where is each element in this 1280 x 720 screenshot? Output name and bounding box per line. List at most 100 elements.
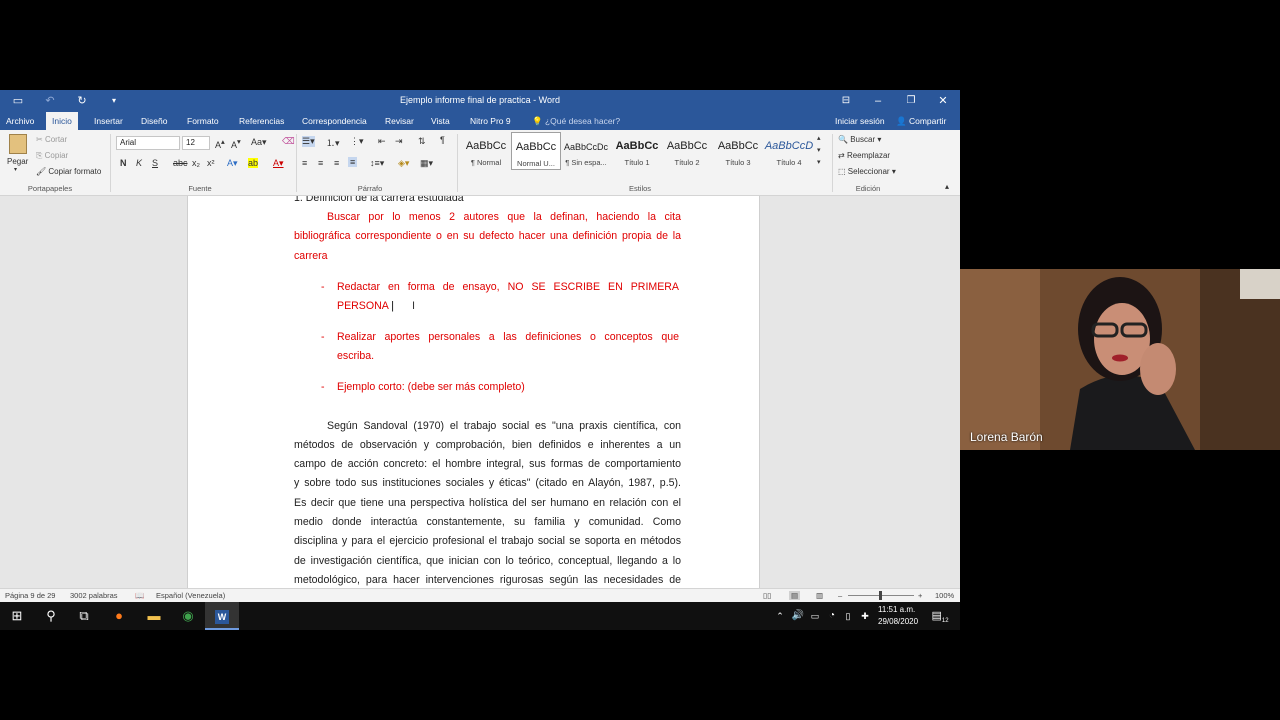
volume-icon[interactable]: 🔊	[788, 602, 808, 630]
subscript-icon[interactable]: x₂	[192, 158, 200, 168]
web-layout-icon[interactable]: ▥	[816, 591, 823, 600]
align-right-icon[interactable]: ≡	[334, 158, 339, 168]
align-center-icon[interactable]: ≡	[318, 158, 323, 168]
battery-icon[interactable]: ▭	[806, 602, 824, 630]
shrink-font-icon[interactable]: A▾	[231, 137, 241, 150]
start-windows-icon[interactable]: ⊞	[0, 602, 34, 630]
language-indicator[interactable]: Español (Venezuela)	[156, 591, 225, 600]
clipboard-icon	[9, 134, 27, 154]
tell-me-box[interactable]: 💡 ¿Qué desea hacer?	[526, 112, 626, 130]
tab-referencias[interactable]: Referencias	[233, 112, 290, 130]
increase-indent-icon[interactable]: ⇥	[395, 136, 403, 147]
strikethrough-icon[interactable]: abc	[173, 158, 188, 168]
search-icon[interactable]: ⚲	[34, 602, 68, 630]
style-no-spacing[interactable]: AaBbCcDc ¶ Sin espa...	[561, 132, 611, 170]
tab-insertar[interactable]: Insertar	[88, 112, 129, 130]
page-count[interactable]: Página 9 de 29	[5, 591, 55, 600]
multilevel-list-icon[interactable]: ⋮▾	[350, 136, 364, 147]
borders-icon[interactable]: ▦▾	[420, 158, 433, 169]
document-area[interactable]: 1. Definición de la carrera estudiada Bu…	[0, 196, 960, 588]
tab-revisar[interactable]: Revisar	[379, 112, 420, 130]
restore-button[interactable]: ❐	[897, 90, 925, 112]
style-normal-u[interactable]: AaBbCc Normal U...	[511, 132, 561, 170]
grow-font-icon[interactable]: A▴	[215, 137, 225, 150]
show-hidden-icons-icon[interactable]: ⌃	[770, 602, 790, 630]
sort-icon[interactable]: ⇅	[418, 136, 426, 147]
line-spacing-icon[interactable]: ↕≡▾	[370, 158, 384, 169]
security-icon[interactable]: ✚	[856, 602, 874, 630]
select-button[interactable]: ⬚ Seleccionar ▾	[838, 167, 896, 176]
tab-nitro[interactable]: Nitro Pro 9	[464, 112, 517, 130]
bold-button[interactable]: N	[120, 158, 127, 168]
clear-format-icon[interactable]: ⌫	[282, 136, 295, 147]
style-sample: AaBbCcDc	[563, 142, 608, 152]
font-name-field[interactable]: Arial	[116, 136, 180, 150]
tab-diseno[interactable]: Diseño	[135, 112, 173, 130]
numbering-icon[interactable]: ⒈▾	[326, 136, 340, 149]
italic-button[interactable]: K	[136, 158, 142, 168]
styles-gallery: AaBbCc ¶ Normal AaBbCc Normal U... AaBbCcD…	[461, 132, 826, 172]
bullets-icon[interactable]: ☰▾	[302, 136, 315, 147]
body-line: Según Sandoval (1970) el trabajo social …	[327, 420, 681, 432]
superscript-icon[interactable]: x²	[207, 158, 215, 168]
text-effects-icon[interactable]: A▾	[227, 158, 238, 169]
style-heading-3[interactable]: AaBbCc Título 3	[713, 132, 763, 170]
firefox-icon[interactable]: ●	[102, 602, 136, 630]
align-left-icon[interactable]: ≡	[302, 158, 307, 168]
screen: ▭ ↶ ↻ ▾ Ejemplo informe final de practic…	[0, 0, 1280, 720]
share-button[interactable]: 👤 Compartir	[890, 112, 952, 130]
signin-link[interactable]: Iniciar sesión	[829, 112, 891, 130]
wifi-icon[interactable]: ◔	[823, 602, 841, 630]
font-color-icon[interactable]: A▾	[273, 158, 284, 169]
style-heading-2[interactable]: AaBbCc Título 2	[662, 132, 712, 170]
style-heading-4[interactable]: AaBbCcD Título 4	[764, 132, 814, 170]
notifications-icon[interactable]: ▤12	[928, 602, 952, 630]
tab-vista[interactable]: Vista	[425, 112, 456, 130]
word-taskbar-icon[interactable]: W	[205, 602, 239, 630]
word-count[interactable]: 3002 palabras	[70, 591, 118, 600]
ribbon-display-options-icon[interactable]: ⊟	[832, 90, 860, 112]
read-mode-icon[interactable]: ▯▯	[763, 591, 771, 600]
close-button[interactable]: ✕	[929, 90, 957, 112]
decrease-indent-icon[interactable]: ⇤	[378, 136, 386, 147]
font-size-field[interactable]: 12	[182, 136, 210, 150]
zoom-level[interactable]: 100%	[935, 591, 954, 600]
replace-button[interactable]: ⇄ Reemplazar	[838, 151, 890, 160]
zoom-out-button[interactable]: –	[838, 591, 842, 600]
underline-button[interactable]: S	[152, 158, 158, 168]
print-layout-icon[interactable]: ▤	[789, 591, 801, 600]
proofing-icon[interactable]: 📖	[135, 591, 144, 600]
justify-icon[interactable]: ≡	[348, 157, 358, 167]
style-normal[interactable]: AaBbCc ¶ Normal	[461, 132, 511, 170]
tab-formato[interactable]: Formato	[181, 112, 225, 130]
task-view-icon[interactable]: ⧉	[67, 602, 101, 630]
styles-scroll-icon[interactable]: ▴ ▾ ▾	[817, 133, 821, 169]
tab-correspondencia[interactable]: Correspondencia	[296, 112, 373, 130]
format-painter-button[interactable]: 🖌 Copiar formato	[36, 167, 101, 176]
document-page[interactable]: 1. Definición de la carrera estudiada Bu…	[187, 196, 760, 588]
file-explorer-icon[interactable]: ▬	[137, 602, 171, 630]
paste-button[interactable]: Pegar ▾	[5, 134, 31, 174]
copy-button[interactable]: ⎘ Copiar	[36, 151, 68, 161]
chrome-icon[interactable]: ◉	[171, 602, 205, 630]
style-sample: AaBbCc	[666, 140, 708, 152]
tab-archivo[interactable]: Archivo	[0, 112, 40, 130]
clock-time[interactable]: 11:51 a.m.	[878, 605, 915, 614]
participant-video[interactable]: Lorena Barón	[960, 269, 1280, 450]
minimize-button[interactable]: –	[864, 90, 892, 112]
highlight-icon[interactable]: ab	[248, 158, 259, 168]
zoom-in-button[interactable]: +	[918, 591, 922, 600]
change-case-icon[interactable]: Aa▾	[251, 137, 267, 148]
clock-date[interactable]: 29/08/2020	[878, 617, 918, 626]
shading-icon[interactable]: ◈▾	[398, 158, 409, 169]
zoom-slider-thumb[interactable]	[879, 591, 882, 600]
style-heading-1[interactable]: AaBbCc Título 1	[612, 132, 662, 170]
collapse-ribbon-icon[interactable]: ▴	[945, 182, 949, 191]
cut-button[interactable]: ✂ Cortar	[36, 135, 67, 144]
show-marks-icon[interactable]: ¶	[440, 135, 445, 145]
device-icon[interactable]: ▯	[840, 602, 856, 630]
body-line: metodológico, para hacer intervenciones …	[294, 574, 681, 586]
find-button[interactable]: 🔍 Buscar ▾	[838, 135, 881, 144]
tab-inicio[interactable]: Inicio	[46, 112, 78, 130]
ibeam-cursor-icon: I	[412, 300, 416, 312]
